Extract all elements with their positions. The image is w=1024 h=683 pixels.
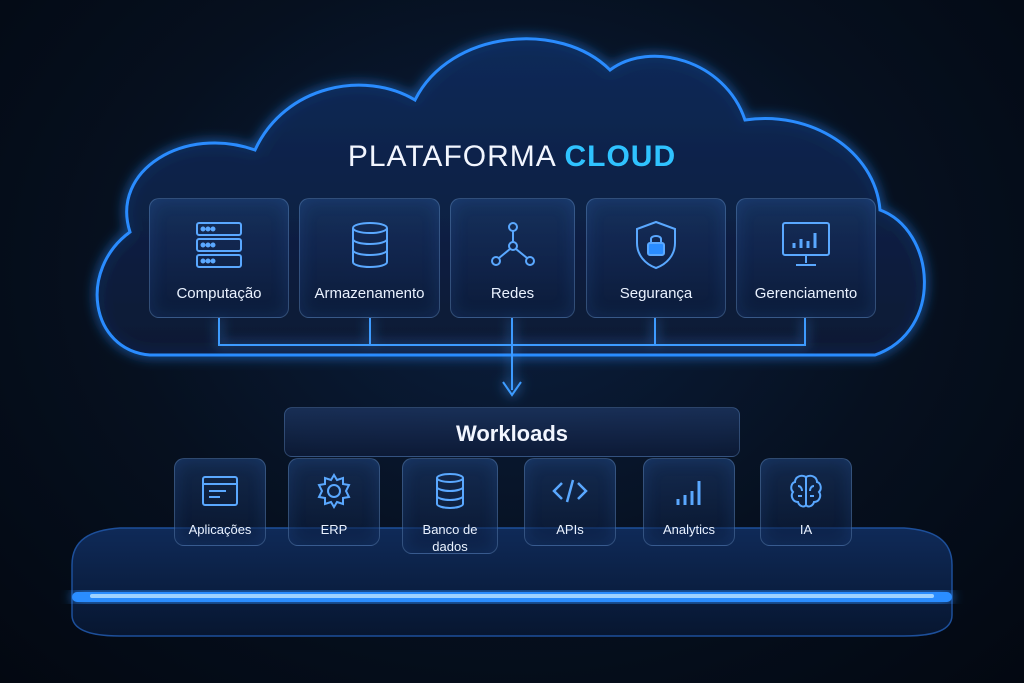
background-art — [71, 37, 953, 637]
workload-card-apis[interactable]: APIs — [524, 458, 616, 546]
workloads-title: Workloads — [455, 421, 569, 446]
workload-label: Analytics — [662, 522, 716, 537]
bar-chart-icon — [676, 481, 701, 505]
server-icon — [196, 222, 242, 268]
workload-label: Aplicações — [188, 522, 252, 537]
workload-card-ia[interactable]: IA — [760, 458, 852, 546]
workload-card-aplicacoes[interactable]: Aplicações — [174, 458, 266, 546]
workload-card-analytics[interactable]: Analytics — [643, 458, 735, 546]
service-card-redes[interactable]: Redes — [450, 198, 575, 318]
service-label: Segurança — [619, 285, 693, 302]
brain-icon — [790, 474, 822, 508]
gear-icon — [317, 473, 351, 509]
database-icon — [436, 473, 464, 510]
diagram-canvas: PLATAFORMA CLOUD Computação Armazenament… — [0, 0, 1024, 683]
service-card-armazenamento[interactable]: Armazenamento — [299, 198, 440, 318]
workload-card-banco-de-dados[interactable]: Banco de dados — [402, 458, 498, 554]
workload-label: Banco de dados — [422, 522, 478, 554]
title-accent: CLOUD — [564, 140, 677, 173]
database-icon — [351, 222, 388, 269]
monitor-chart-icon — [782, 222, 830, 266]
workloads-header: Workloads — [284, 407, 740, 457]
shield-lock-icon — [636, 220, 676, 270]
service-label: Computação — [176, 285, 262, 302]
service-label: Redes — [490, 285, 535, 302]
page-title: PLATAFORMA CLOUD — [0, 140, 1024, 174]
service-label: Gerenciamento — [754, 285, 858, 302]
workload-card-erp[interactable]: ERP — [288, 458, 380, 546]
service-card-computacao[interactable]: Computação — [149, 198, 289, 318]
app-window-icon — [202, 476, 238, 506]
network-icon — [490, 222, 535, 266]
workload-label: IA — [799, 522, 813, 537]
service-card-gerenciamento[interactable]: Gerenciamento — [736, 198, 876, 318]
code-icon — [552, 479, 588, 503]
service-card-seguranca[interactable]: Segurança — [586, 198, 726, 318]
workload-label: ERP — [320, 522, 348, 537]
workload-label: APIs — [556, 522, 584, 537]
title-main: PLATAFORMA — [347, 140, 556, 173]
service-label: Armazenamento — [314, 285, 425, 302]
